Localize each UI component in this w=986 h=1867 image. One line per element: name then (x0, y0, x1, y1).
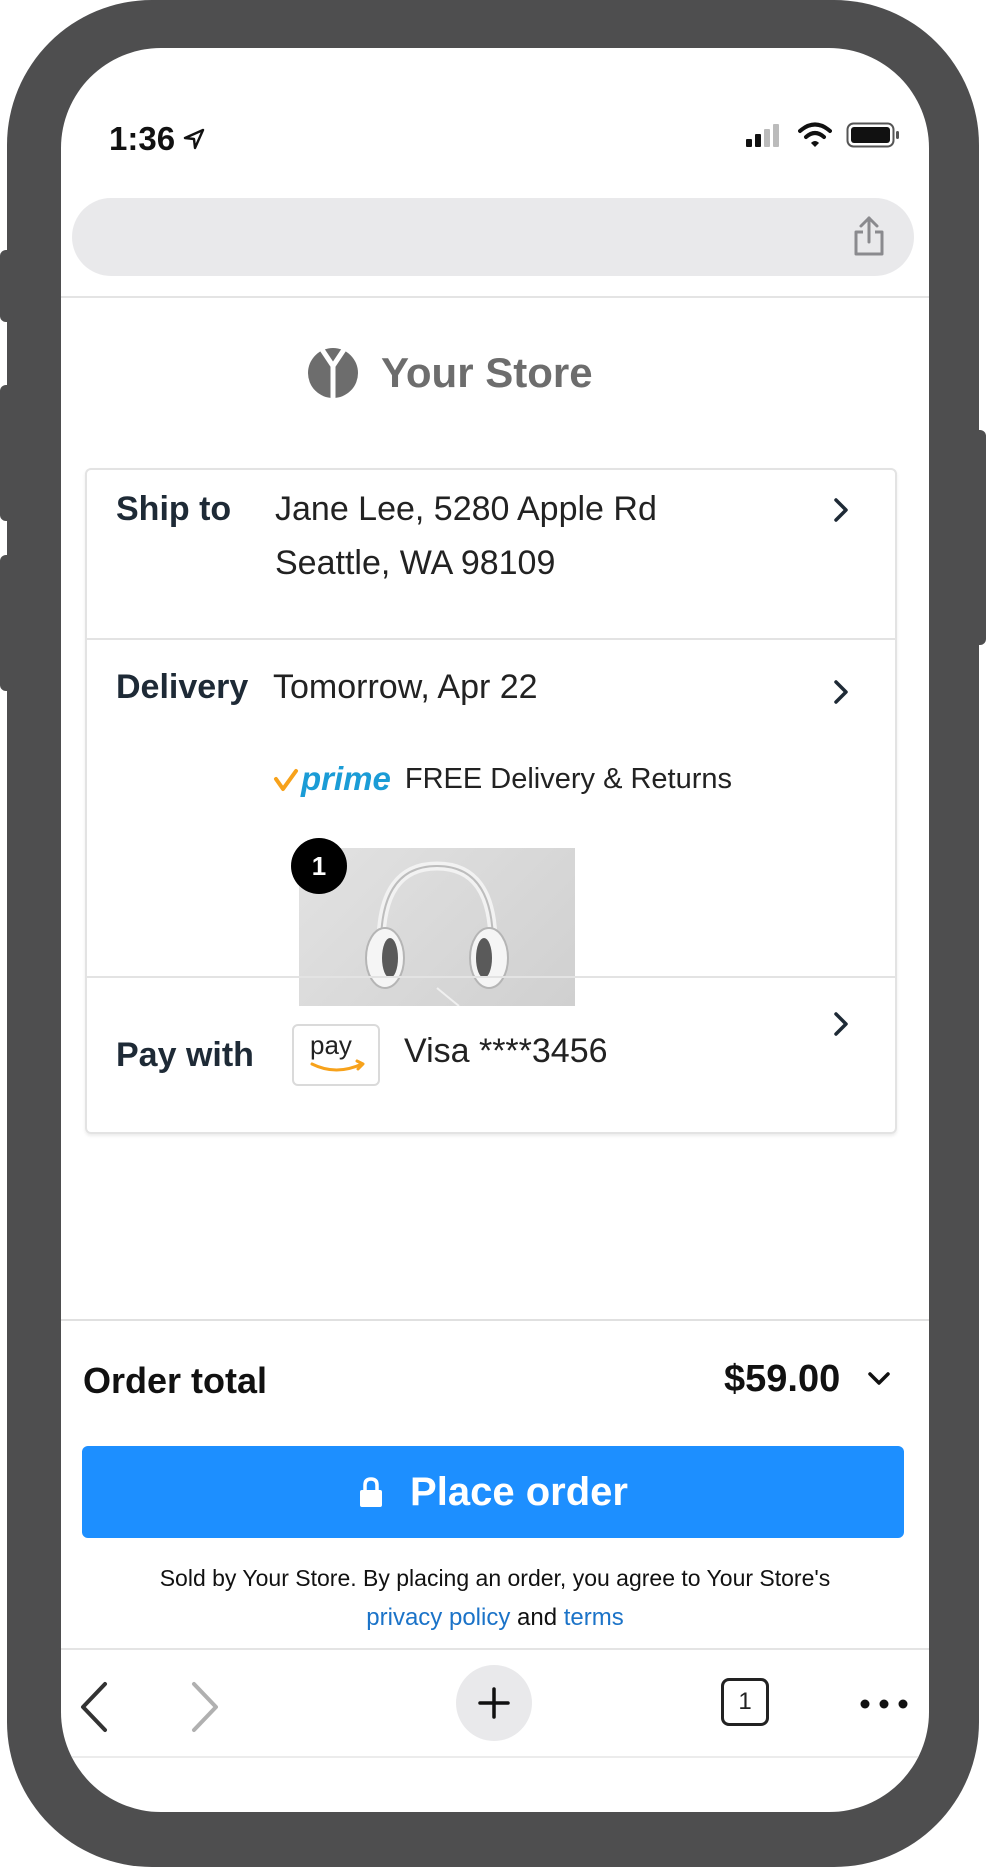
prime-logo-text: prime (301, 760, 391, 797)
toolbar-bottom-divider (61, 1756, 929, 1758)
delivery-label: Delivery (116, 668, 249, 706)
address-bar-divider (61, 296, 929, 298)
legal-text: Sold by Your Store. By placing an order,… (159, 1565, 831, 1591)
delivery-date: Tomorrow, Apr 22 (273, 668, 538, 706)
order-total-amount[interactable]: $59.00 (724, 1358, 840, 1401)
new-tab-button[interactable] (456, 1665, 532, 1741)
back-arrow-icon[interactable] (77, 1680, 111, 1734)
power-button (972, 430, 986, 645)
wifi-icon (798, 122, 832, 147)
row-divider (87, 976, 895, 978)
battery-icon (846, 122, 899, 148)
privacy-policy-link[interactable]: privacy policy (366, 1604, 510, 1631)
store-name: Your Store (381, 349, 593, 396)
amazon-smile-icon (310, 1059, 365, 1072)
chevron-right-icon[interactable] (831, 496, 851, 524)
status-bar-icons (744, 122, 900, 148)
status-bar-time: 1:36 (109, 120, 205, 158)
row-divider (87, 638, 895, 640)
place-order-button[interactable]: Place order (82, 1446, 904, 1538)
store-logo: Your Store (307, 346, 593, 400)
volume-up-button (0, 385, 14, 521)
pay-with-label: Pay with (116, 1036, 254, 1074)
plus-icon (478, 1687, 510, 1719)
payment-method: Visa ****3456 (404, 1032, 608, 1070)
mute-switch (0, 250, 14, 322)
amazon-pay-logo: pay (292, 1024, 380, 1086)
time-label: 1:36 (109, 120, 176, 157)
item-quantity-badge: 1 (291, 838, 347, 894)
legal-links: privacy policy and terms (61, 1598, 929, 1638)
toolbar-divider (61, 1648, 929, 1650)
cellular-signal-icon (746, 124, 779, 147)
tabs-button[interactable]: 1 (721, 1678, 769, 1726)
ship-to-address-line2: Seattle, WA 98109 (275, 544, 556, 582)
checkout-card: Ship to Jane Lee, 5280 Apple Rd Seattle,… (85, 468, 897, 1134)
ship-to-label: Ship to (116, 490, 232, 528)
share-icon[interactable] (850, 214, 888, 258)
order-total-label: Order total (83, 1360, 268, 1401)
chevron-right-icon[interactable] (831, 678, 851, 706)
chevron-down-icon[interactable] (866, 1370, 892, 1388)
terms-link[interactable]: terms (564, 1604, 624, 1631)
address-bar[interactable] (72, 198, 914, 276)
volume-down-button (0, 555, 14, 691)
phone-screen: 1:36 Your Store Ship to Jane Lee, 5280 A… (61, 48, 929, 1812)
more-dots-icon[interactable] (858, 1694, 912, 1714)
free-delivery-text: FREE Delivery & Returns (404, 762, 733, 795)
order-summary-divider (61, 1319, 929, 1321)
chevron-right-icon[interactable] (831, 1010, 851, 1038)
store-logo-icon (308, 346, 358, 400)
place-order-label: Place order (410, 1469, 628, 1514)
lock-icon (360, 1477, 383, 1507)
location-arrow-icon (183, 128, 205, 150)
forward-arrow-icon[interactable] (188, 1680, 222, 1734)
ship-to-address-line1: Jane Lee, 5280 Apple Rd (275, 490, 657, 528)
legal-and-text: and (517, 1604, 558, 1631)
tab-count: 1 (738, 1688, 752, 1715)
prime-badge: prime FREE Delivery & Returns (273, 760, 732, 798)
prime-check-icon (274, 769, 298, 791)
